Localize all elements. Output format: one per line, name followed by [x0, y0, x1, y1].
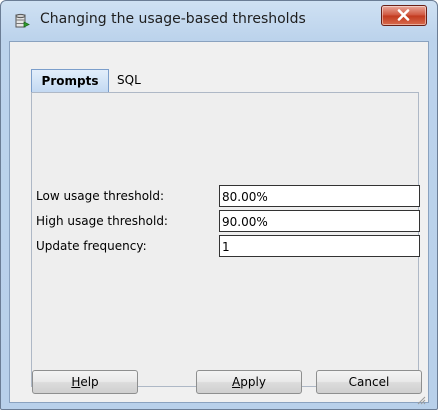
- prompts-panel: Low usage threshold: 80.00% High usage t…: [31, 92, 420, 387]
- update-frequency-input[interactable]: 1: [219, 235, 420, 257]
- update-frequency-label: Update frequency:: [36, 239, 147, 253]
- help-button[interactable]: Help: [32, 370, 138, 394]
- high-threshold-input[interactable]: 90.00%: [219, 210, 420, 232]
- help-label: elp: [80, 375, 99, 389]
- title-bar[interactable]: Changing the usage-based thresholds: [1, 1, 437, 41]
- low-threshold-input[interactable]: 80.00%: [219, 185, 420, 207]
- update-frequency-row: Update frequency: 1: [32, 235, 420, 259]
- database-icon: [15, 13, 31, 29]
- close-icon: [397, 9, 410, 21]
- window-title: Changing the usage-based thresholds: [40, 11, 306, 27]
- apply-button[interactable]: Apply: [196, 370, 302, 394]
- apply-label: pply: [240, 375, 266, 389]
- dialog-content: Prompts SQL Low usage threshold: 80.00% …: [9, 41, 429, 405]
- low-threshold-label: Low usage threshold:: [36, 189, 165, 203]
- dialog-window: Changing the usage-based thresholds Prom…: [0, 0, 438, 410]
- high-threshold-row: High usage threshold: 90.00%: [32, 210, 420, 234]
- cancel-button[interactable]: Cancel: [316, 370, 422, 394]
- tab-prompts[interactable]: Prompts: [31, 69, 109, 92]
- high-threshold-label: High usage threshold:: [36, 214, 168, 228]
- close-button[interactable]: [381, 5, 427, 26]
- tab-sql[interactable]: SQL: [117, 69, 147, 91]
- resize-grip-icon[interactable]: [416, 390, 426, 405]
- low-threshold-row: Low usage threshold: 80.00%: [32, 185, 420, 209]
- help-mnemonic: H: [71, 375, 81, 389]
